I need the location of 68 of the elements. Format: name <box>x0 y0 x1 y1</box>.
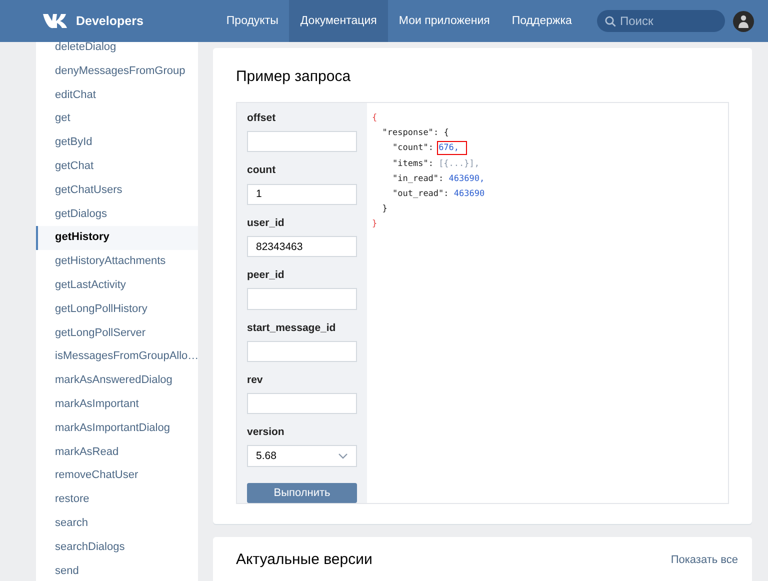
sidebar-item[interactable]: getDialogs <box>36 202 198 226</box>
json-value: [{...}], <box>438 158 480 169</box>
json-key: "in_read" <box>392 174 439 184</box>
json-value: 463690, <box>448 174 485 184</box>
json-brace: } <box>382 204 388 214</box>
version-select[interactable]: 5.68 <box>247 445 357 467</box>
logo-icon[interactable] <box>42 13 68 29</box>
field-label: peer_id <box>247 269 286 282</box>
json-key: "items" <box>392 158 428 169</box>
json-colon: : <box>433 128 440 138</box>
sidebar-item[interactable]: markAsRead <box>36 440 198 464</box>
card-title: Актуальные версии <box>236 551 372 568</box>
nav-tab[interactable]: Продукты <box>215 0 290 42</box>
sidebar-item[interactable]: send <box>36 560 198 581</box>
sidebar-item[interactable]: getById <box>36 131 198 155</box>
sidebar-item[interactable]: getLastActivity <box>36 274 198 298</box>
sidebar-item[interactable]: restore <box>36 488 198 512</box>
sidebar-item[interactable]: markAsImportantDialog <box>36 416 198 441</box>
input-field[interactable] <box>247 393 357 414</box>
field-label: user_id <box>247 216 286 230</box>
json-colon: : <box>428 143 434 154</box>
sidebar-item[interactable]: getLongPollHistory <box>36 298 198 322</box>
search-field[interactable]: Поиск <box>597 10 725 32</box>
input-field[interactable]: 1 <box>247 184 357 205</box>
json-key: "out_read" <box>392 189 444 200</box>
json-colon: : <box>428 158 434 169</box>
sidebar-item[interactable]: getHistory <box>36 226 198 250</box>
input-field[interactable]: 82343463 <box>247 236 357 258</box>
sidebar-item[interactable]: editChat <box>36 84 198 108</box>
brand-name: Developers <box>76 14 144 28</box>
card-title: Пример запроса <box>236 68 352 85</box>
avatar[interactable] <box>733 10 754 32</box>
json-colon: : <box>438 174 445 184</box>
json-brace: { <box>372 113 378 123</box>
sidebar-item[interactable]: markAsAnsweredDialog <box>36 369 198 393</box>
input-field[interactable] <box>247 340 357 362</box>
run-button[interactable]: Выполнить <box>247 482 357 503</box>
nav-tab[interactable]: Документация <box>289 0 388 42</box>
sidebar-item[interactable]: getChat <box>36 154 198 179</box>
field-label: start_message_id <box>247 322 337 335</box>
sidebar-item[interactable]: removeChatUser <box>36 464 198 488</box>
sidebar-item[interactable]: getHistoryAttachments <box>36 250 198 274</box>
show-all-link[interactable]: Показать все <box>670 554 738 566</box>
sidebar-item[interactable]: getChatUsers <box>36 178 198 203</box>
chevron-icon <box>338 453 348 459</box>
input-field[interactable] <box>247 288 357 310</box>
sidebar-item[interactable]: search <box>36 512 198 536</box>
input-field[interactable] <box>247 131 357 152</box>
sidebar-item[interactable]: denyMessagesFromGroup <box>36 60 198 84</box>
json-key: "response" <box>382 128 434 138</box>
nav-tab[interactable]: Мои приложения <box>388 0 501 42</box>
json-brace: } <box>372 219 378 230</box>
sidebar-item[interactable]: markAsImportant <box>36 392 198 417</box>
sidebar-item[interactable]: searchDialogs <box>36 536 198 560</box>
field-label: offset <box>247 112 277 126</box>
json-brace: { <box>444 128 449 138</box>
field-label: count <box>247 164 277 178</box>
field-label: rev <box>247 374 264 387</box>
json-colon: : <box>444 189 450 200</box>
sidebar-item[interactable]: getLongPollServer <box>36 322 198 346</box>
json-value: 463690 <box>454 189 485 200</box>
sidebar-item[interactable]: deleteDialog <box>36 42 198 60</box>
sidebar-item[interactable]: isMessagesFromGroupAllo… <box>36 345 198 370</box>
sidebar-item[interactable]: get <box>36 107 198 132</box>
highlighted-json-value: 676, <box>438 143 466 154</box>
json-key: "count" <box>392 143 428 154</box>
field-label: version <box>247 426 286 440</box>
nav-tab[interactable]: Поддержка <box>500 0 583 42</box>
